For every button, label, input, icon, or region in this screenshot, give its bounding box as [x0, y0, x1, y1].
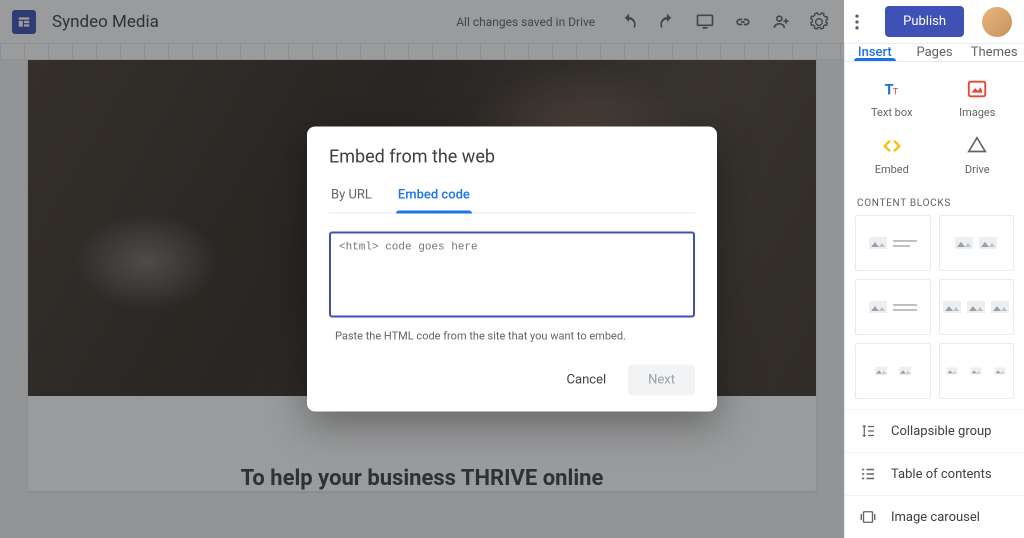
content-block-5[interactable]: [855, 343, 931, 399]
content-block-6[interactable]: [939, 343, 1015, 399]
drive-icon: [966, 135, 988, 157]
more-vert-icon[interactable]: [847, 12, 867, 32]
account-avatar[interactable]: [982, 7, 1012, 37]
sidebar-item-collapsible-group[interactable]: Collapsible group: [845, 409, 1024, 452]
toc-icon: [859, 465, 877, 483]
image-icon: [966, 78, 988, 100]
collapsible-icon: [859, 422, 877, 440]
content-blocks-title: CONTENT BLOCKS: [845, 190, 1024, 215]
text-box-icon: TT: [881, 78, 903, 100]
widget-embed[interactable]: Embed: [851, 129, 933, 182]
content-block-2[interactable]: [939, 215, 1015, 271]
publish-button[interactable]: Publish: [885, 6, 964, 37]
widget-text-box[interactable]: TT Text box: [851, 72, 933, 125]
modal-tab-by-url[interactable]: By URL: [329, 182, 374, 213]
sidebar-tab-themes[interactable]: Themes: [964, 44, 1024, 61]
content-block-1[interactable]: [855, 215, 931, 271]
widget-images[interactable]: Images: [937, 72, 1019, 125]
next-button[interactable]: Next: [628, 365, 695, 396]
svg-text:T: T: [893, 88, 899, 98]
content-block-4[interactable]: [939, 279, 1015, 335]
sidebar-tab-pages[interactable]: Pages: [905, 44, 965, 61]
embed-code-textarea[interactable]: [329, 232, 695, 318]
cancel-button[interactable]: Cancel: [559, 367, 615, 394]
right-sidebar: Insert Pages Themes TT Text box Images E…: [844, 44, 1024, 538]
modal-title: Embed from the web: [329, 147, 695, 168]
sidebar-item-image-carousel[interactable]: Image carousel: [845, 495, 1024, 538]
carousel-icon: [859, 508, 877, 526]
sidebar-tab-insert[interactable]: Insert: [845, 44, 905, 61]
embed-helper-text: Paste the HTML code from the site that y…: [329, 330, 695, 343]
modal-tab-embed-code[interactable]: Embed code: [396, 182, 472, 213]
sidebar-item-table-of-contents[interactable]: Table of contents: [845, 452, 1024, 495]
content-block-3[interactable]: [855, 279, 931, 335]
embed-modal: Embed from the web By URL Embed code Pas…: [307, 127, 717, 412]
embed-icon: [881, 135, 903, 157]
widget-drive[interactable]: Drive: [937, 129, 1019, 182]
